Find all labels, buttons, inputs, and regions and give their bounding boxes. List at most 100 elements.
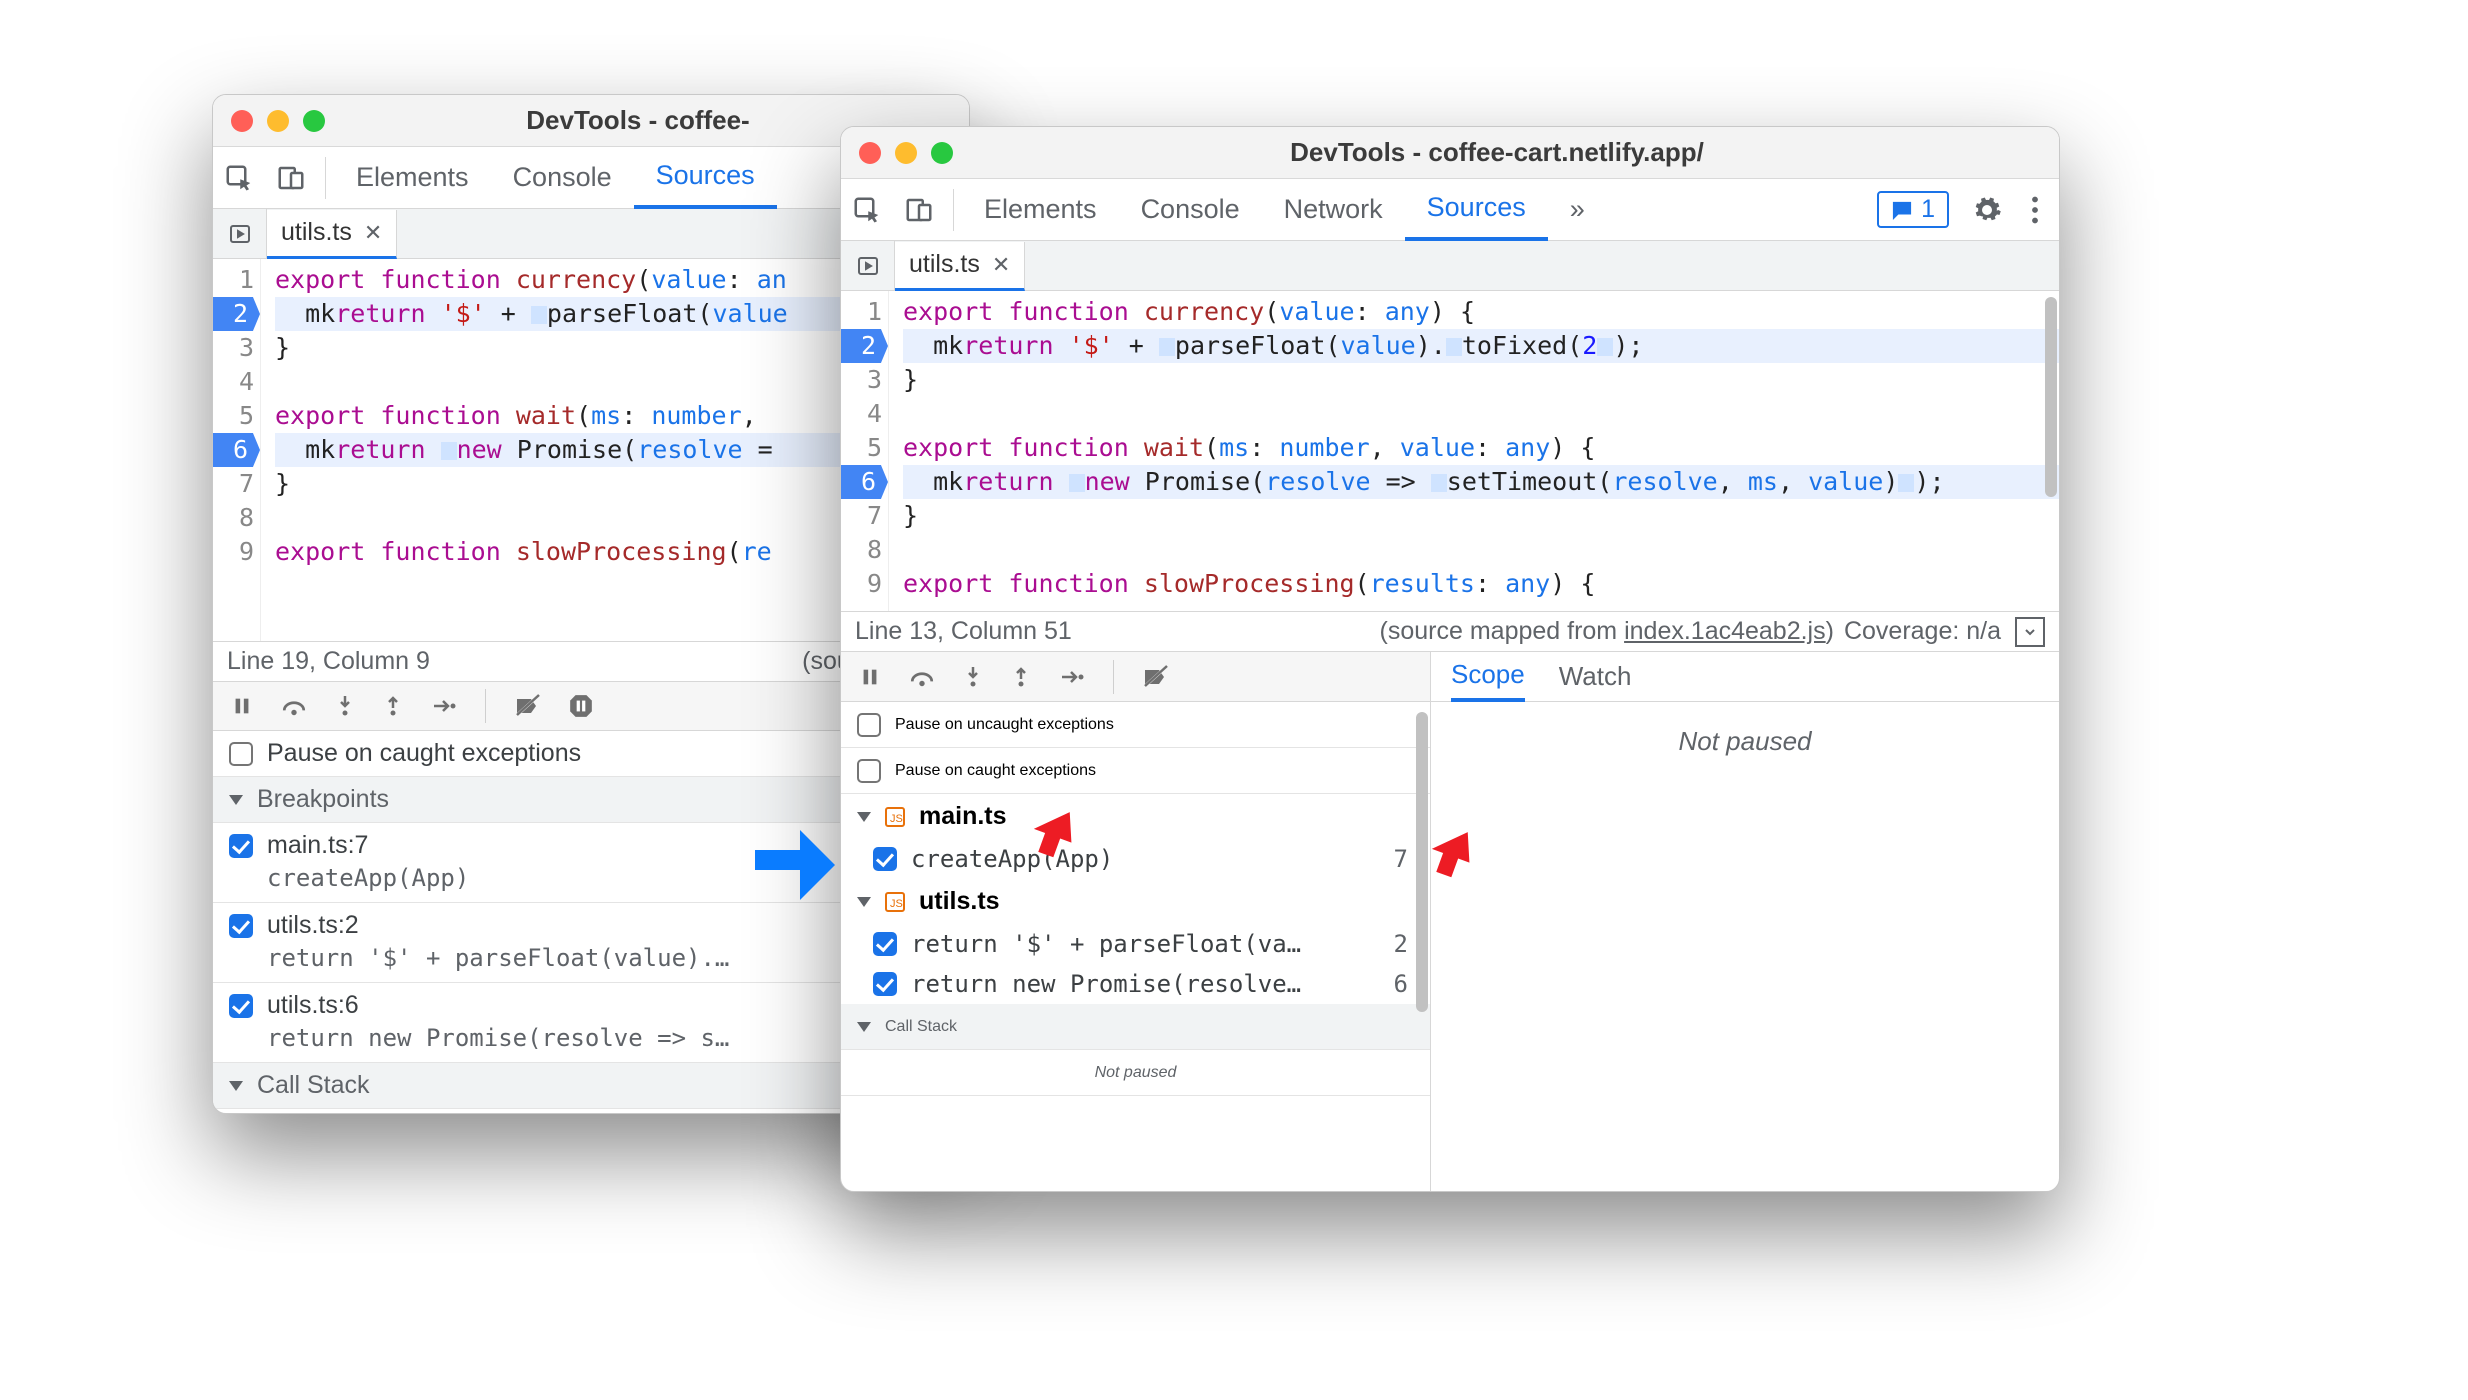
show-navigator-icon[interactable] <box>213 209 267 258</box>
issues-badge[interactable]: 1 <box>1877 191 1949 228</box>
scrollbar-thumb[interactable] <box>2045 297 2057 497</box>
expand-icon <box>229 1081 243 1091</box>
show-navigator-icon[interactable] <box>841 241 895 290</box>
step-icon[interactable] <box>431 696 457 716</box>
more-tabs[interactable]: » <box>1548 179 1607 241</box>
breakpoint-snippet: createApp(App) <box>911 845 1374 873</box>
breakpoints-label: Breakpoints <box>257 785 389 814</box>
step-over-icon[interactable] <box>281 695 307 717</box>
close-icon[interactable]: ✕ <box>364 220 382 246</box>
file-tab-utils[interactable]: utils.ts ✕ <box>267 210 397 259</box>
coverage-button[interactable] <box>2015 617 2045 647</box>
lower-split: Pause on uncaught exceptions Pause on ca… <box>841 651 2059 1191</box>
traffic-lights <box>859 142 953 164</box>
device-toggle-icon[interactable] <box>265 152 317 204</box>
breakpoint-snippet: return '$' + parseFloat(va… <box>911 930 1374 958</box>
scope-tabs: Scope Watch <box>1431 652 2059 702</box>
breakpoint-label: utils.ts:6 <box>267 991 359 1020</box>
minimize-dot[interactable] <box>895 142 917 164</box>
checkbox[interactable] <box>229 914 253 938</box>
deactivate-breakpoints-icon[interactable] <box>514 694 540 718</box>
svg-text:JS: JS <box>890 813 903 825</box>
tab-console[interactable]: Console <box>1119 179 1262 241</box>
device-toggle-icon[interactable] <box>893 184 945 236</box>
callstack-label: Call Stack <box>257 1071 370 1100</box>
step-into-icon[interactable] <box>335 694 355 718</box>
checkbox[interactable] <box>229 994 253 1018</box>
checkbox[interactable] <box>873 847 897 871</box>
coverage-label: Coverage: n/a <box>1844 617 2001 646</box>
tab-network[interactable]: Network <box>1262 179 1405 241</box>
mapped-file-link[interactable]: index.1ac4eab2.js <box>1624 617 1826 645</box>
tab-sources[interactable]: Sources <box>634 147 777 209</box>
annotation-red-arrow-2 <box>1420 820 1484 884</box>
tab-elements[interactable]: Elements <box>334 147 491 209</box>
step-over-icon[interactable] <box>909 666 935 688</box>
pause-uncaught-row[interactable]: Pause on uncaught exceptions <box>841 702 1430 748</box>
inspect-icon[interactable] <box>841 184 893 236</box>
breakpoint-item[interactable]: return new Promise(resolve… 6 <box>841 964 1430 1004</box>
pause-caught-row[interactable]: Pause on caught exceptions <box>841 748 1430 794</box>
tab-console[interactable]: Console <box>491 147 634 209</box>
step-out-icon[interactable] <box>1011 665 1031 689</box>
debugger-pane: Pause on uncaught exceptions Pause on ca… <box>841 652 1431 1191</box>
window-title: DevTools - coffee-cart.netlify.app/ <box>953 137 2041 168</box>
checkbox[interactable] <box>873 972 897 996</box>
expand-icon <box>229 795 243 805</box>
file-tab-utils[interactable]: utils.ts ✕ <box>895 242 1025 291</box>
tab-scope[interactable]: Scope <box>1451 652 1525 702</box>
close-icon[interactable]: ✕ <box>992 252 1010 278</box>
breakpoint-line-number: 6 <box>1388 970 1414 998</box>
close-dot[interactable] <box>231 110 253 132</box>
step-into-icon[interactable] <box>963 665 983 689</box>
titlebar: DevTools - coffee-cart.netlify.app/ <box>841 127 2059 179</box>
close-dot[interactable] <box>859 142 881 164</box>
code-editor[interactable]: 123456789 export function currency(value… <box>841 291 2059 611</box>
breakpoint-snippet: return new Promise(resolve… <box>911 970 1374 998</box>
pause-icon[interactable] <box>231 695 253 717</box>
source-map-info: (source mapped from index.1ac4eab2.js) <box>1380 617 1834 646</box>
breakpoint-label: utils.ts:2 <box>267 911 359 940</box>
pause-caught-label: Pause on caught exceptions <box>895 762 1096 780</box>
editor-status: Line 13, Column 51 (source mapped from i… <box>841 611 2059 651</box>
step-out-icon[interactable] <box>383 694 403 718</box>
deactivate-breakpoints-icon[interactable] <box>1142 665 1168 689</box>
minimize-dot[interactable] <box>267 110 289 132</box>
file-tab-row: utils.ts ✕ <box>841 241 2059 291</box>
checkbox[interactable] <box>873 932 897 956</box>
group-file-label: main.ts <box>919 802 1007 831</box>
pause-icon[interactable] <box>859 666 881 688</box>
checkbox[interactable] <box>229 742 253 766</box>
checkbox[interactable] <box>229 834 253 858</box>
settings-icon[interactable] <box>1963 186 2011 234</box>
cursor-position: Line 13, Column 51 <box>855 617 1072 646</box>
svg-text:JS: JS <box>890 898 903 910</box>
checkbox[interactable] <box>857 759 881 783</box>
callstack-header[interactable]: Call Stack <box>841 1004 1430 1050</box>
breakpoint-group-header[interactable]: JS main.ts <box>841 794 1430 839</box>
more-menu-icon[interactable] <box>2011 186 2059 234</box>
step-icon[interactable] <box>1059 667 1085 687</box>
breakpoint-group-header[interactable]: JSutils.ts <box>841 879 1430 924</box>
scope-not-paused: Not paused <box>1431 702 2059 1191</box>
issues-count: 1 <box>1921 195 1935 224</box>
not-paused-row: Not paused <box>841 1050 1430 1096</box>
tab-watch[interactable]: Watch <box>1559 652 1632 702</box>
breakpoint-item[interactable]: createApp(App)7 <box>841 839 1430 879</box>
tab-elements[interactable]: Elements <box>962 179 1119 241</box>
inspect-icon[interactable] <box>213 152 265 204</box>
expand-icon <box>857 812 871 822</box>
devtools-window-front: DevTools - coffee-cart.netlify.app/ Elem… <box>840 126 2060 1192</box>
tab-sources[interactable]: Sources <box>1405 179 1548 241</box>
expand-icon <box>857 1022 871 1032</box>
annotation-red-arrow-1 <box>1022 800 1086 864</box>
breakpoint-item[interactable]: return '$' + parseFloat(va…2 <box>841 924 1430 964</box>
scope-pane: Scope Watch Not paused <box>1431 652 2059 1191</box>
zoom-dot[interactable] <box>303 110 325 132</box>
pause-exceptions-icon[interactable] <box>568 693 594 719</box>
traffic-lights <box>231 110 325 132</box>
zoom-dot[interactable] <box>931 142 953 164</box>
file-tab-label: utils.ts <box>909 250 980 279</box>
checkbox[interactable] <box>857 713 881 737</box>
breakpoint-label: main.ts:7 <box>267 831 368 860</box>
